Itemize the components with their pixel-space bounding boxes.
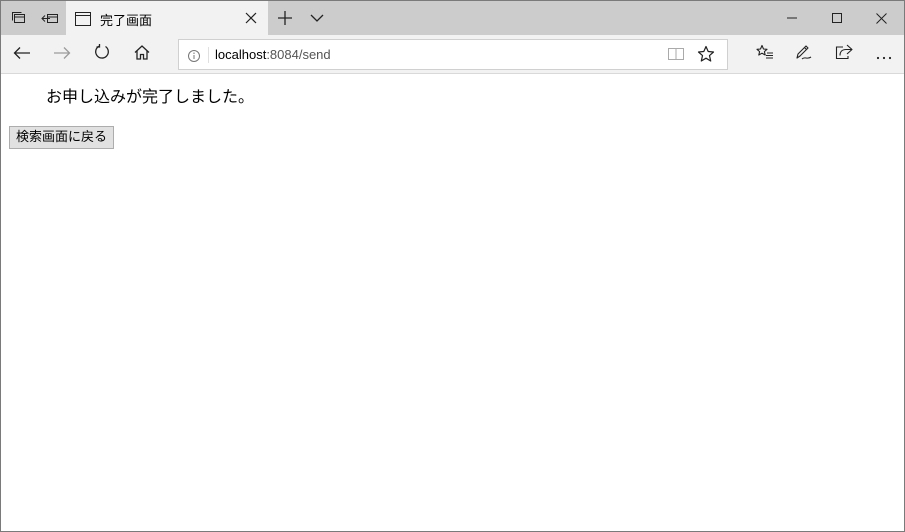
url-path: :8084/send: [266, 47, 331, 62]
close-tab-button[interactable]: [240, 7, 262, 29]
close-button[interactable]: [859, 1, 904, 35]
favorites-hub-button[interactable]: [745, 35, 785, 73]
share-icon: [835, 44, 853, 64]
back-to-search-button[interactable]: 検索画面に戻る: [9, 126, 115, 149]
tab-overview-button[interactable]: [5, 1, 31, 35]
completion-message: お申し込みが完了しました。: [46, 87, 255, 106]
more-button[interactable]: [864, 35, 904, 73]
browser-window: 完了画面 localhost:8084/send お申し込みが完了しました。 検…: [0, 0, 905, 532]
navigation-bar: localhost:8084/send: [1, 35, 904, 74]
close-tab-icon: [245, 12, 257, 24]
url-text[interactable]: localhost:8084/send: [215, 47, 331, 62]
web-note-button[interactable]: [784, 35, 824, 73]
maximize-icon: [831, 13, 842, 23]
forward-icon: [53, 45, 71, 64]
minimize-button[interactable]: [769, 1, 814, 35]
address-bar[interactable]: localhost:8084/send: [178, 39, 728, 70]
url-host: localhost: [215, 47, 267, 62]
tab-overview-icon: [10, 10, 26, 26]
address-separator: [208, 47, 209, 63]
favorite-star-icon[interactable]: [697, 45, 715, 67]
active-tab[interactable]: 完了画面: [66, 1, 268, 35]
home-button[interactable]: [122, 35, 162, 73]
new-tab-button[interactable]: [273, 1, 297, 35]
favorites-hub-icon: [756, 44, 774, 64]
forward-button[interactable]: [42, 35, 82, 73]
info-icon[interactable]: [187, 48, 201, 67]
tab-title: 完了画面: [100, 14, 153, 29]
home-icon: [134, 44, 150, 64]
back-icon: [13, 45, 31, 64]
close-icon: [876, 12, 887, 24]
page-icon: [75, 11, 91, 30]
web-note-icon: [795, 43, 813, 65]
more-icon: [876, 45, 892, 64]
set-aside-tabs-button[interactable]: [37, 1, 63, 35]
refresh-button[interactable]: [82, 35, 122, 73]
tab-preview-button[interactable]: [305, 1, 329, 35]
page-content: お申し込みが完了しました。 検索画面に戻る: [1, 75, 904, 531]
minimize-icon: [786, 17, 797, 19]
share-button[interactable]: [824, 35, 864, 73]
title-bar: 完了画面: [1, 1, 904, 35]
tab-preview-chevron-icon: [310, 14, 324, 22]
maximize-button[interactable]: [814, 1, 859, 35]
set-aside-tabs-icon: [41, 10, 59, 26]
reading-view-icon[interactable]: [667, 46, 685, 66]
refresh-icon: [94, 44, 110, 64]
back-button[interactable]: [2, 35, 42, 73]
new-tab-icon: [278, 11, 292, 25]
